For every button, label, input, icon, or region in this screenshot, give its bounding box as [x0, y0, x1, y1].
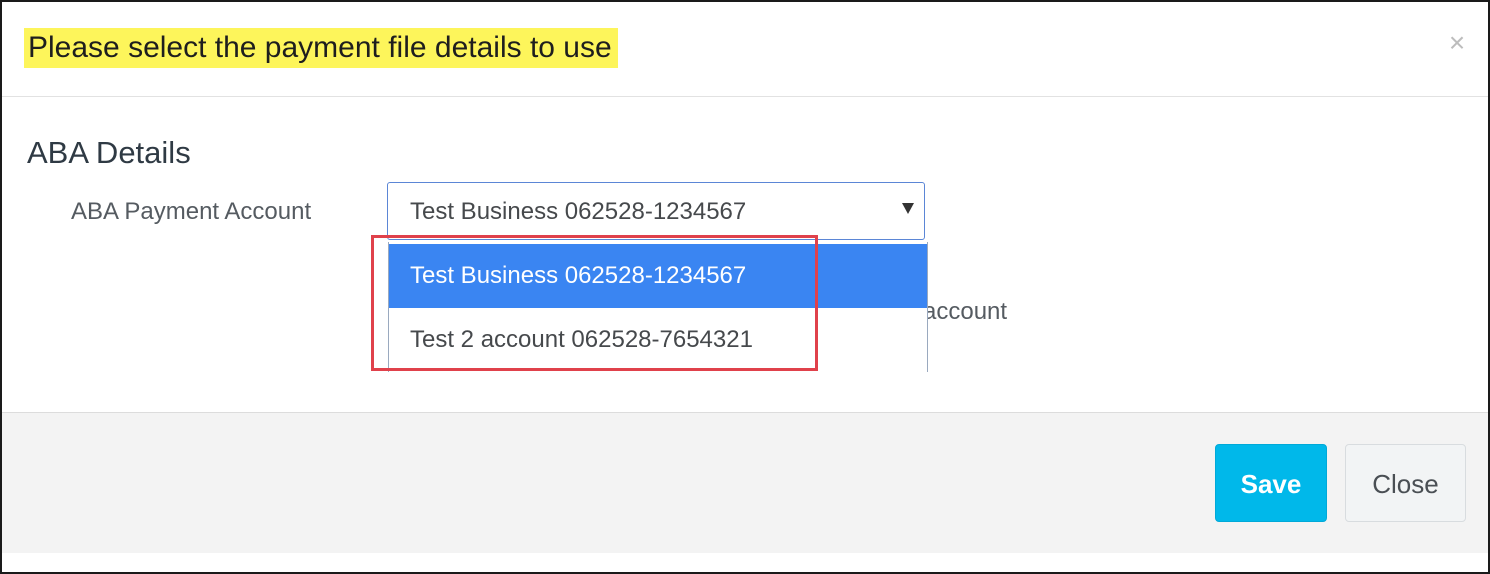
select-current-value: Test Business 062528-1234567 — [410, 198, 747, 225]
aba-payment-account-select[interactable]: Test Business 062528-1234567 — [387, 182, 925, 240]
dialog-footer: Save Close — [2, 412, 1488, 553]
aba-payment-account-label: ABA Payment Account — [71, 198, 312, 225]
section-title: ABA Details — [27, 135, 191, 170]
obscured-field-text: account — [923, 298, 1008, 325]
dropdown-arrow-icon — [902, 203, 914, 214]
save-button[interactable]: Save — [1215, 444, 1327, 522]
account-dropdown-list: Test Business 062528-1234567 Test 2 acco… — [388, 242, 928, 372]
dialog-title: Please select the payment file details t… — [24, 28, 618, 68]
payment-file-dialog: Please select the payment file details t… — [0, 0, 1490, 574]
dropdown-option-test-2-account[interactable]: Test 2 account 062528-7654321 — [389, 308, 927, 372]
close-icon[interactable]: × — [1444, 26, 1470, 60]
dialog-header: Please select the payment file details t… — [2, 2, 1488, 97]
close-button[interactable]: Close — [1345, 444, 1466, 522]
dropdown-option-test-business[interactable]: Test Business 062528-1234567 — [389, 244, 927, 308]
